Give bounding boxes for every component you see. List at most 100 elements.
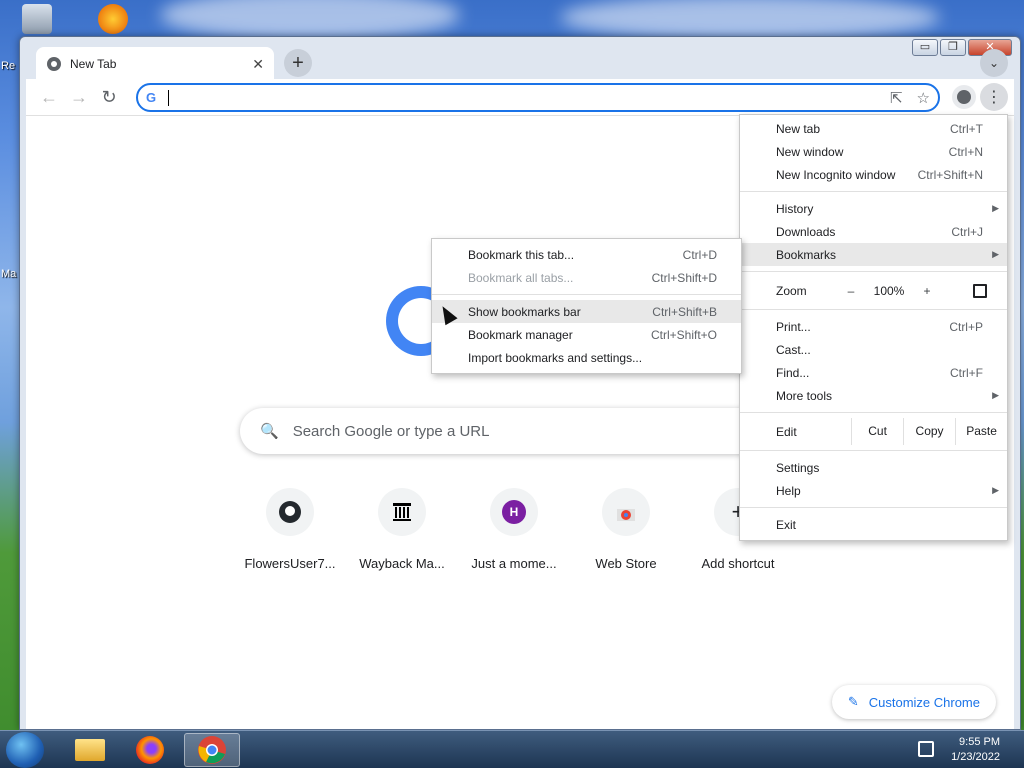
shortcut-tile[interactable]: FlowersUser7... (234, 488, 346, 571)
back-button[interactable]: ← (34, 82, 64, 112)
chrome-icon (198, 736, 226, 764)
menu-item-help[interactable]: Help ▶ (740, 479, 1007, 502)
menu-separator (740, 191, 1007, 192)
avatar-letter: H (502, 500, 526, 524)
network-icon[interactable] (918, 741, 934, 757)
reload-button[interactable]: ↻ (94, 82, 124, 112)
menu-item-bookmark-tab[interactable]: Bookmark this tab... Ctrl+D (432, 243, 741, 266)
menu-separator (740, 412, 1007, 413)
start-button[interactable] (6, 732, 44, 768)
edit-label: Edit (776, 424, 797, 439)
menu-item-bookmark-manager[interactable]: Bookmark manager Ctrl+Shift+O (432, 323, 741, 346)
profile-button[interactable] (952, 85, 976, 109)
system-clock[interactable]: 9:55 PM 1/23/2022 (951, 735, 1000, 765)
firefox-icon (136, 736, 164, 764)
customize-chrome-button[interactable]: ✎ Customize Chrome (831, 685, 996, 719)
menu-label: History (776, 201, 814, 216)
ntp-search-box[interactable]: 🔍 Search Google or type a URL (240, 408, 800, 454)
menu-label: Find... (776, 365, 810, 380)
menu-separator (740, 507, 1007, 508)
shortcut-tile[interactable]: Web Store (570, 488, 682, 571)
menu-item-cast[interactable]: Cast... (740, 338, 1007, 361)
menu-shortcut: Ctrl+Shift+D (651, 270, 717, 285)
toolbar: ← → ↻ G ⇱ ☆ ⋮ (26, 79, 1014, 115)
menu-label: Help (776, 483, 801, 498)
menu-item-bookmark-all-tabs[interactable]: Bookmark all tabs... Ctrl+Shift+D (432, 266, 741, 289)
h-letter-icon: H (490, 488, 538, 536)
menu-shortcut: Ctrl+T (950, 121, 983, 136)
chrome-menu-button[interactable]: ⋮ (980, 83, 1008, 111)
taskbar: 9:55 PM 1/23/2022 (0, 730, 1024, 768)
firefox-desktop-icon[interactable] (98, 4, 128, 34)
menu-shortcut: Ctrl+P (949, 319, 983, 334)
taskbar-chrome[interactable] (184, 733, 240, 767)
menu-separator (740, 309, 1007, 310)
tab-close-icon[interactable]: ✕ (252, 56, 264, 73)
menu-shortcut: Ctrl+D (682, 247, 717, 262)
menu-item-show-bookmarks-bar[interactable]: Show bookmarks bar Ctrl+Shift+B (432, 300, 741, 323)
share-icon[interactable]: ⇱ (890, 89, 903, 107)
menu-separator (432, 294, 741, 295)
menu-label: More tools (776, 388, 833, 403)
menu-label: Print... (776, 319, 811, 334)
menu-label: Exit (776, 517, 797, 532)
fullscreen-icon[interactable] (973, 283, 987, 298)
menu-label: Bookmark all tabs... (468, 270, 574, 285)
chrome-favicon-icon (47, 57, 61, 71)
menu-item-new-window[interactable]: New window Ctrl+N (740, 140, 1007, 163)
desktop-label: Re (1, 60, 16, 72)
menu-shortcut: Ctrl+F (950, 365, 983, 380)
menu-item-settings[interactable]: Settings (740, 456, 1007, 479)
menu-shortcut: Ctrl+Shift+O (650, 327, 717, 342)
customize-label: Customize Chrome (868, 694, 980, 710)
folder-icon (75, 739, 105, 761)
taskbar-firefox[interactable] (122, 733, 178, 767)
tab-search-button[interactable]: ⌄ (980, 49, 1008, 77)
clock-date: 1/23/2022 (951, 751, 1000, 763)
menu-label: Bookmark this tab... (468, 247, 575, 262)
desktop-cloud (160, 0, 460, 40)
menu-shortcut: Ctrl+Shift+N (917, 167, 983, 182)
menu-item-new-incognito[interactable]: New Incognito window Ctrl+Shift+N (740, 163, 1007, 186)
menu-shortcut: Ctrl+J (951, 224, 983, 239)
forward-button[interactable]: → (64, 82, 94, 112)
cut-button[interactable]: Cut (851, 418, 903, 445)
archive-icon (378, 488, 426, 536)
menu-item-bookmarks[interactable]: Bookmarks ▶ (740, 243, 1007, 266)
menu-label: Settings (776, 460, 820, 475)
zoom-out-button[interactable]: – (836, 284, 866, 298)
clock-time: 9:55 PM (959, 736, 1000, 748)
menu-item-more-tools[interactable]: More tools ▶ (740, 384, 1007, 407)
menu-separator (740, 271, 1007, 272)
menu-item-exit[interactable]: Exit (740, 513, 1007, 536)
shortcut-tile[interactable]: H Just a mome... (458, 488, 570, 571)
submenu-arrow-icon: ▶ (992, 249, 999, 259)
menu-item-downloads[interactable]: Downloads Ctrl+J (740, 220, 1007, 243)
text-caret (168, 89, 169, 106)
submenu-arrow-icon: ▶ (992, 485, 999, 495)
bookmark-star-icon[interactable]: ☆ (917, 89, 930, 107)
tab-new-tab[interactable]: New Tab ✕ (36, 47, 274, 81)
menu-label: Cast... (776, 342, 811, 357)
paste-button[interactable]: Paste (955, 418, 1007, 445)
menu-item-new-tab[interactable]: New tab Ctrl+T (740, 117, 1007, 140)
menu-shortcut: Ctrl+Shift+B (652, 304, 717, 319)
copy-button[interactable]: Copy (903, 418, 955, 445)
menu-zoom-row: Zoom – 100% + (740, 277, 1007, 304)
taskbar-explorer[interactable] (62, 733, 118, 767)
submenu-arrow-icon: ▶ (992, 203, 999, 213)
shortcut-label: FlowersUser7... (244, 556, 336, 571)
chrome-main-menu: New tab Ctrl+T New window Ctrl+N New Incog… (739, 114, 1008, 541)
menu-item-find[interactable]: Find... Ctrl+F (740, 361, 1007, 384)
menu-label: Bookmarks (776, 247, 837, 262)
menu-item-history[interactable]: History ▶ (740, 197, 1007, 220)
recycle-bin-icon[interactable] (22, 4, 52, 34)
shortcut-tile[interactable]: Wayback Ma... (346, 488, 458, 571)
github-icon (266, 488, 314, 536)
address-bar[interactable]: G ⇱ ☆ (136, 83, 940, 112)
menu-item-print[interactable]: Print... Ctrl+P (740, 315, 1007, 338)
menu-item-import-bookmarks[interactable]: Import bookmarks and settings... (432, 346, 741, 369)
zoom-in-button[interactable]: + (912, 284, 942, 298)
new-tab-button[interactable]: + (284, 49, 312, 77)
tab-strip: New Tab ✕ + ⌄ (26, 45, 1014, 81)
